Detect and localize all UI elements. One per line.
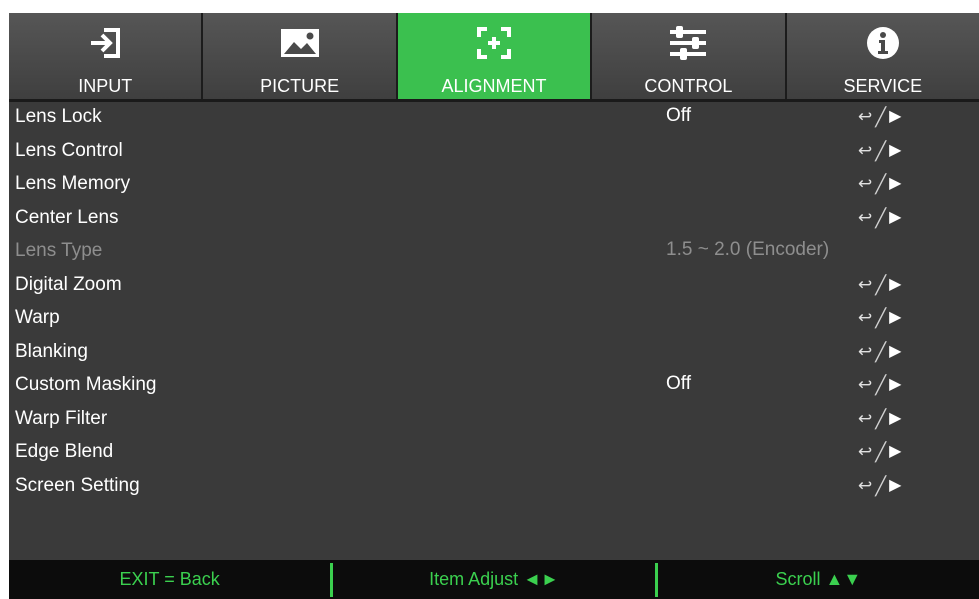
- menu-item-screen-setting[interactable]: Screen Setting ↩ ╱ ▶: [9, 471, 979, 505]
- osd-menu: INPUT PICTURE ALIGNMENT CONTROL SERVICE …: [9, 13, 979, 599]
- menu-item-label: Warp: [15, 307, 60, 328]
- enter-icon: ↩: [858, 274, 873, 294]
- menu-item-lens-control[interactable]: Lens Control ↩ ╱ ▶: [9, 136, 979, 170]
- menu-item-blanking[interactable]: Blanking ↩ ╱ ▶: [9, 337, 979, 371]
- alignment-icon: [398, 23, 590, 63]
- menu-item-label: Custom Masking: [15, 374, 157, 395]
- sliders-icon: [592, 23, 784, 63]
- enter-icon: ↩: [858, 475, 873, 495]
- tab-label: PICTURE: [260, 76, 340, 96]
- menu-list: Lens Lock Off ↩ ╱ ▶ Lens Control ↩ ╱ ▶ Lens …: [9, 102, 979, 504]
- enter-or-right-icon[interactable]: ↩ ╱ ▶: [858, 471, 901, 501]
- tab-input[interactable]: INPUT: [9, 13, 204, 99]
- menu-item-value: Off: [666, 105, 691, 126]
- arrow-right-icon: ▶: [889, 342, 902, 360]
- tab-label: CONTROL: [644, 76, 733, 96]
- enter-or-right-icon[interactable]: ↩ ╱ ▶: [858, 270, 901, 300]
- arrow-right-icon: ▶: [889, 208, 902, 226]
- input-icon: [9, 23, 201, 63]
- picture-icon: [203, 23, 395, 63]
- tab-label: SERVICE: [843, 76, 923, 96]
- slash-icon: ╱: [875, 140, 887, 161]
- enter-or-right-icon[interactable]: ↩ ╱ ▶: [858, 404, 901, 434]
- menu-item-center-lens[interactable]: Center Lens ↩ ╱ ▶: [9, 203, 979, 237]
- slash-icon: ╱: [875, 341, 887, 362]
- menu-item-label: Edge Blend: [15, 441, 114, 462]
- slash-icon: ╱: [875, 475, 887, 496]
- menu-item-label: Warp Filter: [15, 407, 108, 429]
- tab-control[interactable]: CONTROL: [592, 13, 787, 99]
- tab-service[interactable]: SERVICE: [786, 13, 979, 99]
- menu-item-label: Lens Lock: [15, 106, 102, 127]
- menu-item-lens-memory[interactable]: Lens Memory ↩ ╱ ▶: [9, 169, 979, 203]
- slash-icon: ╱: [875, 375, 887, 395]
- menu-item-value: Off: [666, 373, 691, 394]
- slash-icon: ╱: [875, 207, 887, 228]
- menu-item-digital-zoom[interactable]: Digital Zoom ↩ ╱ ▶: [9, 270, 979, 304]
- enter-icon: ↩: [858, 442, 873, 461]
- enter-icon: ↩: [858, 308, 873, 327]
- tab-picture[interactable]: PICTURE: [203, 13, 398, 99]
- arrow-right-icon: ▶: [889, 108, 902, 125]
- slash-icon: ╱: [875, 408, 887, 429]
- enter-or-right-icon[interactable]: ↩ ╱ ▶: [858, 337, 901, 367]
- menu-item-label: Lens Memory: [15, 173, 131, 194]
- tab-label: INPUT: [78, 76, 133, 96]
- exit-hint: EXIT = Back: [119, 569, 220, 589]
- item-adjust-hint: Item Adjust ◄►: [429, 569, 559, 589]
- menu-item-label: Blanking: [15, 340, 88, 362]
- arrow-right-icon: ▶: [889, 141, 902, 159]
- menu-item-edge-blend[interactable]: Edge Blend ↩ ╱ ▶: [9, 437, 979, 471]
- enter-icon: ↩: [858, 174, 873, 193]
- enter-or-right-icon[interactable]: ↩ ╱ ▶: [858, 203, 901, 233]
- enter-icon: ↩: [858, 341, 873, 361]
- menu-item-label: Lens Control: [15, 139, 123, 161]
- scroll-hint: Scroll ▲▼: [775, 569, 862, 589]
- enter-icon: ↩: [858, 107, 873, 126]
- menu-item-value: 1.5 ~ 2.0 (Encoder): [666, 239, 830, 260]
- menu-item-label: Digital Zoom: [15, 273, 122, 295]
- footer-hint-bar: EXIT = Back Item Adjust ◄► Scroll ▲▼: [9, 560, 979, 599]
- enter-icon: ↩: [858, 140, 873, 160]
- tab-bar: INPUT PICTURE ALIGNMENT CONTROL SERVICE: [9, 13, 979, 99]
- menu-item-lens-type: Lens Type 1.5 ~ 2.0 (Encoder): [9, 236, 979, 270]
- arrow-right-icon: ▶: [889, 409, 902, 427]
- slash-icon: ╱: [875, 308, 887, 328]
- menu-item-label: Center Lens: [15, 206, 119, 228]
- info-icon: [787, 23, 979, 63]
- slash-icon: ╱: [875, 174, 887, 194]
- slash-icon: ╱: [875, 442, 887, 462]
- arrow-right-icon: ▶: [889, 376, 902, 393]
- arrow-right-icon: ▶: [889, 175, 902, 192]
- menu-item-warp[interactable]: Warp ↩ ╱ ▶: [9, 303, 979, 337]
- menu-item-label: Screen Setting: [15, 474, 140, 496]
- tab-alignment[interactable]: ALIGNMENT: [397, 13, 593, 99]
- enter-or-right-icon[interactable]: ↩ ╱ ▶: [858, 303, 901, 333]
- arrow-right-icon: ▶: [889, 443, 902, 460]
- arrow-right-icon: ▶: [889, 476, 902, 494]
- menu-item-lens-lock[interactable]: Lens Lock Off ↩ ╱ ▶: [9, 102, 979, 136]
- enter-or-right-icon[interactable]: ↩ ╱ ▶: [858, 169, 901, 199]
- slash-icon: ╱: [875, 107, 887, 127]
- slash-icon: ╱: [875, 274, 887, 295]
- enter-or-right-icon[interactable]: ↩ ╱ ▶: [858, 136, 901, 166]
- enter-icon: ↩: [858, 375, 873, 394]
- enter-or-right-icon[interactable]: ↩ ╱ ▶: [858, 437, 901, 467]
- enter-icon: ↩: [858, 207, 873, 227]
- enter-or-right-icon[interactable]: ↩ ╱ ▶: [858, 370, 901, 400]
- tab-label: ALIGNMENT: [441, 76, 547, 96]
- arrow-right-icon: ▶: [889, 309, 902, 326]
- enter-icon: ↩: [858, 408, 873, 428]
- enter-or-right-icon[interactable]: ↩ ╱ ▶: [858, 102, 901, 132]
- menu-item-custom-masking[interactable]: Custom Masking Off ↩ ╱ ▶: [9, 370, 979, 404]
- arrow-right-icon: ▶: [889, 275, 902, 293]
- menu-item-warp-filter[interactable]: Warp Filter ↩ ╱ ▶: [9, 404, 979, 438]
- menu-item-label: Lens Type: [15, 240, 103, 261]
